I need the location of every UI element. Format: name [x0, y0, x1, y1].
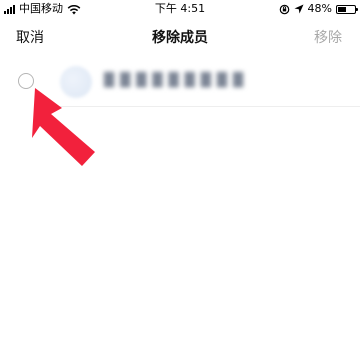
- nav-bar: 取消 移除成员 移除: [0, 18, 360, 58]
- location-icon: [294, 4, 304, 14]
- member-select-checkbox[interactable]: [18, 73, 34, 89]
- member-list-item[interactable]: █ █ █ █ █ █ █ █ █: [0, 58, 360, 106]
- row-divider: [60, 106, 360, 107]
- status-bar: 中国移动 下午 4:51 48%: [0, 0, 360, 18]
- battery-percent: 48%: [307, 2, 332, 15]
- remove-button[interactable]: 移除: [314, 29, 342, 47]
- orientation-lock-icon: [279, 4, 289, 14]
- status-right: 48%: [279, 2, 358, 15]
- battery-level-fill: [338, 6, 346, 12]
- member-name-redacted: █ █ █ █ █ █ █ █ █: [104, 73, 245, 88]
- battery-icon: [336, 4, 358, 14]
- avatar: [60, 66, 92, 98]
- page-title: 移除成员: [152, 30, 208, 46]
